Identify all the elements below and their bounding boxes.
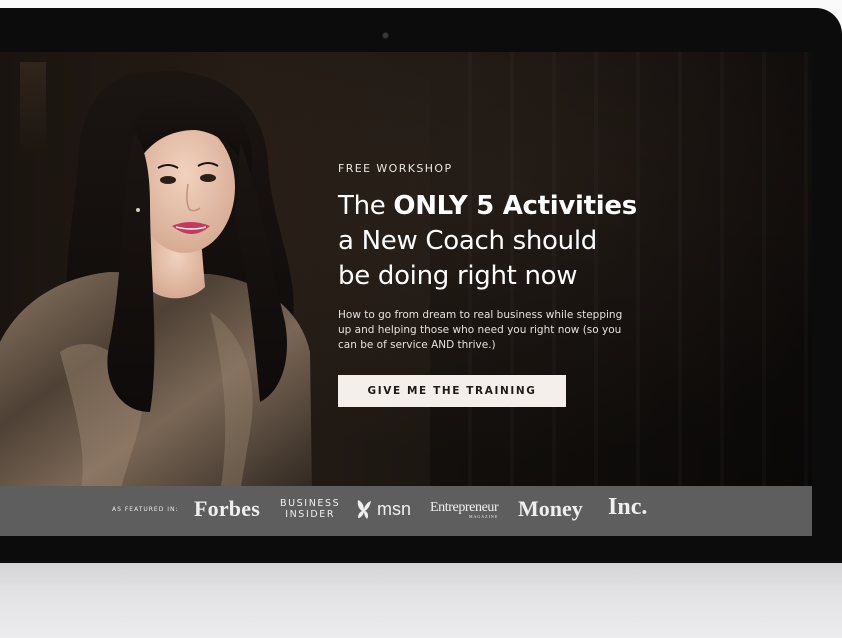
hero-headline: The ONLY 5 Activities a New Coach should… [338, 189, 658, 294]
business-insider-logo: BUSINESS INSIDER [280, 498, 340, 520]
butterfly-icon [357, 500, 371, 519]
headline-line-2: a New Coach should [338, 226, 597, 256]
msn-logo: msn [355, 498, 411, 520]
monitor-bezel: FREE WORKSHOP The ONLY 5 Activities a Ne… [0, 8, 842, 563]
give-me-the-training-button[interactable]: GIVE ME THE TRAINING [338, 375, 566, 407]
monitor-chin [0, 563, 842, 638]
entrepreneur-text: Entrepreneur [430, 500, 499, 515]
hero-subcopy: How to go from dream to real business wh… [338, 309, 623, 351]
business-insider-line-2: INSIDER [285, 509, 336, 520]
headline-line-3: be doing right now [338, 261, 578, 291]
eyebrow-label: FREE WORKSHOP [338, 162, 453, 175]
business-insider-line-1: BUSINESS [280, 498, 341, 509]
inc-logo: Inc. [608, 494, 648, 520]
forbes-logo: Forbes [194, 496, 260, 521]
featured-in-bar: AS FEATURED IN: Forbes BUSINESS INSIDER … [0, 486, 812, 536]
landing-page-screen: FREE WORKSHOP The ONLY 5 Activities a Ne… [0, 52, 812, 536]
hero-portrait-image [0, 70, 312, 492]
headline-prefix: The [338, 191, 394, 221]
money-logo: Money [518, 496, 583, 521]
msn-text: msn [377, 498, 412, 519]
headline-bold: ONLY 5 Activities [393, 191, 637, 221]
entrepreneur-logo: Entrepreneur MAGAZINE [430, 500, 499, 519]
featured-label: AS FEATURED IN: [112, 506, 179, 513]
webcam-icon [382, 32, 389, 39]
mockup-stage: FREE WORKSHOP The ONLY 5 Activities a Ne… [0, 0, 842, 638]
hero-section: FREE WORKSHOP The ONLY 5 Activities a Ne… [338, 162, 658, 407]
